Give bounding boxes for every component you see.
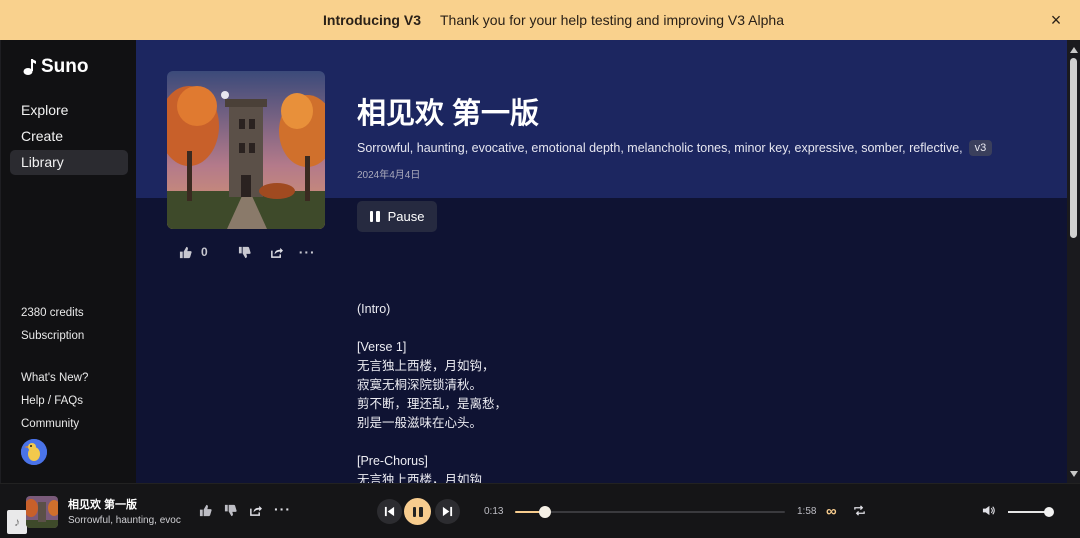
sidebar-item-explore[interactable]: Explore <box>10 98 128 123</box>
banner-message: Thank you for your help testing and impr… <box>440 12 784 28</box>
like-count: 0 <box>201 245 208 259</box>
pause-icon <box>412 506 416 517</box>
next-track-button[interactable] <box>435 499 460 524</box>
credits-count[interactable]: 2380 credits <box>21 307 84 319</box>
song-style-tags: Sorrowful, haunting, evocative, emotiona… <box>357 141 963 155</box>
avatar[interactable] <box>21 439 47 465</box>
song-cover-art <box>167 71 325 229</box>
player-cover-thumbnail[interactable] <box>26 496 58 528</box>
volume-icon <box>982 505 995 516</box>
like-button[interactable] <box>179 246 192 259</box>
repeat-button[interactable] <box>853 504 866 517</box>
elapsed-time: 0:13 <box>484 506 504 517</box>
close-icon[interactable]: × <box>1046 10 1066 30</box>
pause-icon <box>369 211 380 222</box>
volume-fill <box>1008 511 1049 513</box>
brand-logo[interactable]: Suno <box>21 56 89 78</box>
song-date: 2024年4月4日 <box>357 170 421 181</box>
whats-new-link[interactable]: What's New? <box>21 372 88 384</box>
lyrics-text: (Intro) [Verse 1] 无言独上西楼，月如钩， 寂寞无桐深院锁清秋。… <box>357 302 508 483</box>
announcement-banner: Introducing V3 Thank you for your help t… <box>0 0 1080 40</box>
main-scrollbar[interactable] <box>1067 40 1080 483</box>
help-link[interactable]: Help / FAQs <box>21 395 83 407</box>
skip-back-icon <box>384 506 395 517</box>
scrollbar-thumb[interactable] <box>1070 58 1077 238</box>
player-song-title[interactable]: 相见欢 第一版 <box>68 496 137 512</box>
song-title: 相见欢 第一版 <box>357 98 540 130</box>
thumbs-up-icon <box>179 246 192 258</box>
skip-forward-icon <box>442 506 453 517</box>
sidebar-item-create[interactable]: Create <box>10 124 128 149</box>
loop-infinity-icon[interactable]: ∞ <box>826 503 837 520</box>
total-duration: 1:58 <box>797 506 817 517</box>
song-detail-view: 相见欢 第一版 Sorrowful, haunting, evocative, … <box>136 40 1067 483</box>
dislike-button[interactable] <box>238 246 251 259</box>
scroll-down-arrow-icon[interactable] <box>1070 471 1078 477</box>
user-avatar-icon <box>21 439 47 465</box>
sidebar-nav: Explore Create Library <box>10 98 128 176</box>
share-icon <box>250 505 262 516</box>
thumbs-down-icon <box>238 246 251 258</box>
sidebar: Suno Explore Create Library 2380 credits… <box>0 40 136 483</box>
scroll-up-arrow-icon[interactable] <box>1070 47 1078 53</box>
more-options-icon[interactable]: ··· <box>299 244 316 260</box>
player-more-options-icon[interactable]: ··· <box>274 501 291 517</box>
song-actions: 0 ··· <box>179 244 316 260</box>
subscription-link[interactable]: Subscription <box>21 330 84 342</box>
pause-button-label: Pause <box>387 209 425 224</box>
play-pause-button[interactable] <box>404 498 431 525</box>
volume-handle[interactable] <box>1044 507 1054 517</box>
player-share-button[interactable] <box>249 504 262 517</box>
music-note-icon <box>23 59 36 75</box>
player-like-button[interactable] <box>199 504 212 517</box>
brand-name: Suno <box>41 56 89 77</box>
share-icon <box>270 247 283 258</box>
player-bar: ♪ 相见欢 第一版 Sorrowful, haunting, evoc ··· … <box>0 483 1080 538</box>
share-button[interactable] <box>270 246 283 259</box>
previous-track-button[interactable] <box>377 499 402 524</box>
player-song-tags: Sorrowful, haunting, evoc <box>68 515 181 526</box>
player-dislike-button[interactable] <box>224 504 237 517</box>
volume-button[interactable] <box>982 504 995 517</box>
thumbs-up-icon <box>199 504 212 517</box>
version-badge: v3 <box>968 140 993 156</box>
volume-slider[interactable] <box>1008 507 1054 517</box>
thumbs-down-icon <box>224 504 237 517</box>
progress-slider[interactable] <box>515 506 785 518</box>
song-tags: Sorrowful, haunting, evocative, emotiona… <box>357 140 993 156</box>
banner-title: Introducing V3 <box>323 12 421 28</box>
repeat-icon <box>854 505 865 516</box>
pause-button[interactable]: Pause <box>357 201 437 232</box>
progress-handle[interactable] <box>538 506 551 518</box>
community-link[interactable]: Community <box>21 418 79 430</box>
audio-file-icon: ♪ <box>7 510 27 534</box>
sidebar-item-library[interactable]: Library <box>10 150 128 175</box>
